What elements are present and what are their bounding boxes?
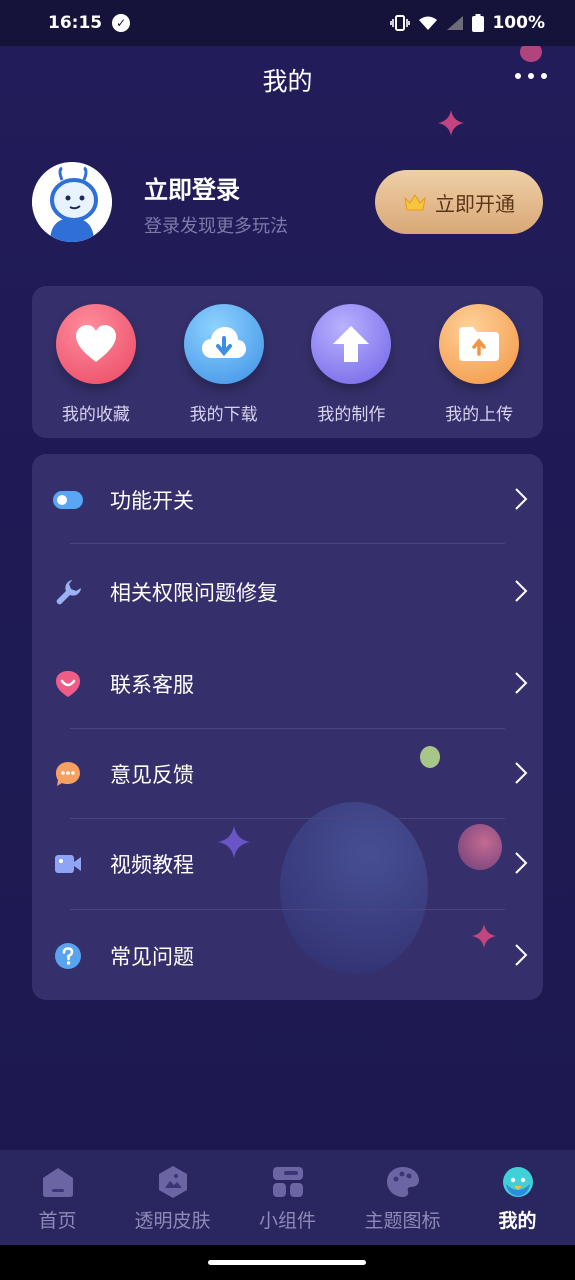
chevron-right-icon (515, 672, 528, 694)
menu-item-feedback[interactable]: 意见反馈 (32, 728, 543, 820)
signal-icon (447, 16, 464, 30)
status-bar: 16:15 ✓ 100% (0, 0, 575, 46)
login-subtitle: 登录发现更多玩法 (144, 216, 288, 237)
quick-item-favorites[interactable]: 我的收藏 (36, 304, 156, 438)
page-title: 我的 (262, 67, 313, 96)
quick-label: 我的上传 (445, 405, 514, 425)
bottom-nav: 首页 透明皮肤 小组件 主题图标 我的 (0, 1150, 575, 1245)
quick-item-downloads[interactable]: 我的下载 (164, 304, 284, 438)
more-dot (528, 73, 534, 79)
quick-item-uploads[interactable]: 我的上传 (419, 304, 539, 438)
question-icon (52, 940, 84, 972)
menu-label: 意见反馈 (110, 763, 194, 787)
heart-icon (55, 304, 136, 384)
check-icon: ✓ (112, 14, 131, 32)
vip-activate-button[interactable]: 立即开通 (375, 170, 543, 234)
home-indicator[interactable] (208, 1260, 366, 1265)
chevron-right-icon (515, 580, 528, 602)
menu-item-feature-switch[interactable]: 功能开关 (32, 454, 543, 546)
chat-bubble-icon (52, 758, 84, 790)
battery-icon (472, 14, 485, 32)
chevron-right-icon (515, 852, 528, 874)
folder-upload-icon (439, 304, 520, 384)
menu-item-permission-fix[interactable]: 相关权限问题修复 (32, 546, 543, 638)
vibrate-icon (390, 15, 411, 31)
divider (70, 543, 505, 544)
crown-icon (404, 194, 426, 211)
wrench-icon (52, 576, 84, 608)
nav-item-home[interactable]: 首页 (3, 1164, 113, 1233)
nav-item-mine[interactable]: 我的 (463, 1164, 573, 1233)
wifi-icon (419, 16, 438, 30)
customer-service-icon (52, 668, 84, 700)
chevron-right-icon (515, 488, 528, 510)
system-nav-bar (0, 1245, 575, 1280)
nav-label: 透明皮肤 (134, 1210, 211, 1232)
nav-item-widgets[interactable]: 小组件 (233, 1164, 343, 1233)
avatar[interactable] (32, 162, 112, 242)
more-dot (541, 73, 547, 79)
toggle-icon (52, 484, 84, 516)
menu-item-customer-service[interactable]: 联系客服 (32, 638, 543, 730)
profile-mascot-icon (500, 1164, 536, 1200)
home-icon (40, 1164, 76, 1200)
palette-icon (385, 1164, 421, 1200)
nav-label: 我的 (498, 1210, 537, 1232)
nav-item-theme-icons[interactable]: 主题图标 (348, 1164, 458, 1233)
upload-arrow-icon (311, 304, 392, 384)
cloud-download-icon (183, 304, 264, 384)
profile-page: 我的 立即登录 登录发现更多玩法 立即开通 我的收藏 我的下载 我的制作 我的上… (0, 46, 575, 1150)
quick-item-creations[interactable]: 我的制作 (291, 304, 411, 438)
menu-item-video-tutorial[interactable]: 视频教程 (32, 818, 543, 910)
nav-label: 首页 (38, 1210, 77, 1232)
status-time: 16:15 (48, 13, 103, 33)
nav-label: 主题图标 (364, 1210, 441, 1232)
menu-label: 相关权限问题修复 (110, 581, 278, 605)
quick-label: 我的下载 (189, 405, 258, 425)
more-button[interactable] (515, 64, 547, 88)
settings-menu-card: 功能开关 相关权限问题修复 联系客服 意见反馈 视频教程 常见问题 (32, 454, 543, 1000)
menu-label: 功能开关 (110, 489, 194, 513)
menu-label: 视频教程 (110, 853, 194, 877)
vip-button-label: 立即开通 (435, 191, 515, 216)
skin-icon (155, 1164, 191, 1200)
menu-label: 联系客服 (110, 673, 194, 697)
quick-label: 我的收藏 (61, 405, 130, 425)
decor-star-icon (438, 110, 464, 136)
battery-level: 100% (492, 13, 545, 33)
more-dot (515, 73, 521, 79)
menu-item-faq[interactable]: 常见问题 (32, 910, 543, 1000)
chevron-right-icon (515, 762, 528, 784)
quick-label: 我的制作 (317, 405, 386, 425)
video-camera-icon (52, 848, 84, 880)
login-title[interactable]: 立即登录 (144, 170, 240, 205)
mascot-avatar-icon (32, 162, 112, 242)
profile-header: 立即登录 登录发现更多玩法 立即开通 (32, 162, 543, 244)
widget-icon (270, 1164, 306, 1200)
chevron-right-icon (515, 944, 528, 966)
nav-item-transparent-skin[interactable]: 透明皮肤 (118, 1164, 228, 1233)
menu-label: 常见问题 (110, 945, 194, 969)
quick-actions-card: 我的收藏 我的下载 我的制作 我的上传 (32, 286, 543, 438)
decor-dot (520, 46, 542, 62)
nav-label: 小组件 (258, 1210, 316, 1232)
